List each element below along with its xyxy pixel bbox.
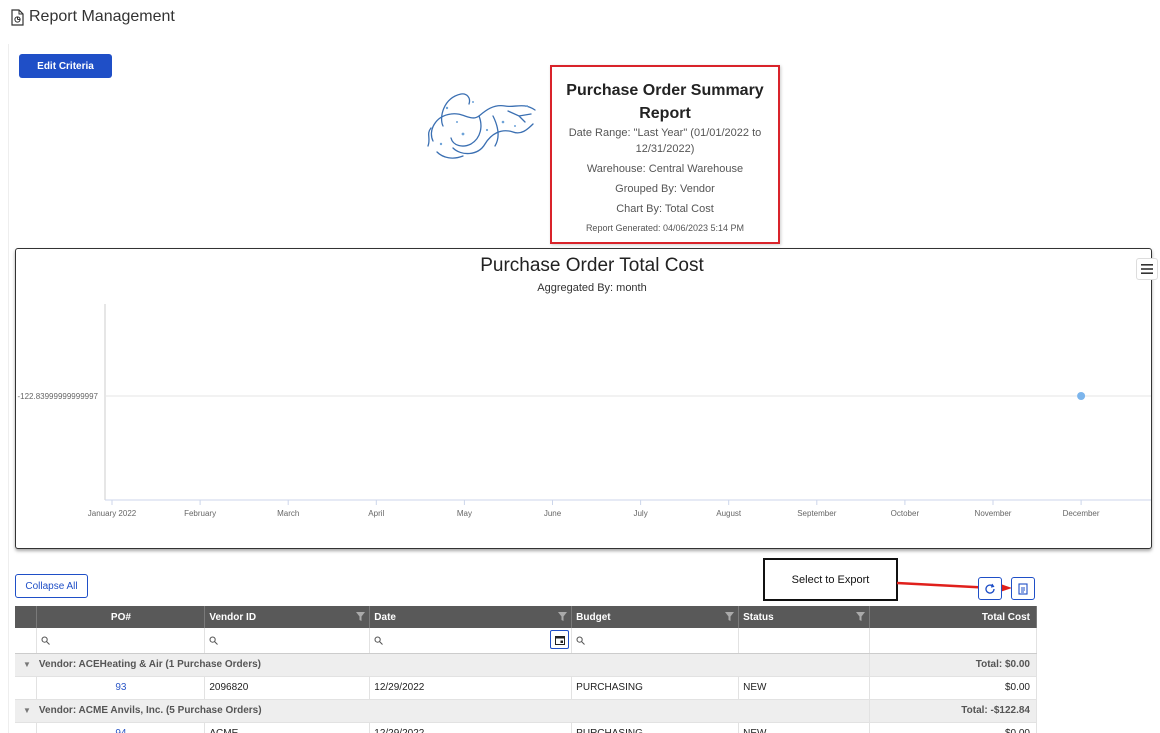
report-summary-box: Purchase Order Summary Report Date Range… <box>550 65 780 244</box>
column-header-label: Total Cost <box>981 611 1030 623</box>
row-expander <box>15 676 38 700</box>
column-header-label: Budget <box>576 611 611 623</box>
po-link[interactable]: 93 <box>36 676 206 700</box>
calendar-icon <box>554 635 565 645</box>
search-icon <box>374 636 384 645</box>
page-title: Report Management <box>11 8 175 26</box>
po-filter-input[interactable] <box>36 628 206 654</box>
filter-icon[interactable] <box>725 612 735 621</box>
chart-plot: -122.83999999999997 January 2022 February M… <box>17 304 1151 518</box>
purchase-order-table: PO# Vendor ID Date Budget Status Total C… <box>15 606 1037 733</box>
table-row: 94 ACME 12/29/2022 PURCHASING NEW $0.00 <box>15 722 1037 733</box>
top-bar: Report Management <box>0 0 1160 36</box>
filter-row <box>15 628 1037 654</box>
total-cost-filter-input[interactable] <box>869 628 1037 654</box>
report-generated: Report Generated: 04/06/2023 5:14 PM <box>585 223 745 233</box>
collapse-caret-icon[interactable]: ▼ <box>23 660 31 669</box>
budget-filter-input[interactable] <box>571 628 740 654</box>
edit-criteria-button[interactable]: Edit Criteria <box>19 54 112 78</box>
chart-panel: Purchase Order Total Cost Aggregated By:… <box>15 248 1158 549</box>
select-to-export-callout: Select to Export <box>763 558 898 601</box>
budget-cell: PURCHASING <box>571 676 740 700</box>
vendor-id-filter-input[interactable] <box>204 628 371 654</box>
collapse-all-button[interactable]: Collapse All <box>15 574 88 598</box>
x-tick-label: March <box>277 509 299 518</box>
group-row[interactable]: ▼ Vendor: ACME Anvils, Inc. (5 Purchase O… <box>15 699 1037 723</box>
x-tick-label: May <box>457 509 472 518</box>
x-tick-label: February <box>184 509 216 518</box>
group-total: Total: $0.00 <box>869 653 1037 677</box>
expander-header <box>15 606 38 628</box>
table-row: 93 2096820 12/29/2022 PURCHASING NEW $0.… <box>15 676 1037 700</box>
date-cell: 12/29/2022 <box>369 722 573 733</box>
column-header-total-cost[interactable]: Total Cost <box>869 606 1037 628</box>
x-tick-label: November <box>975 509 1012 518</box>
x-tick-label: September <box>797 509 836 518</box>
data-point <box>1077 392 1086 400</box>
column-header-label: PO# <box>110 611 131 623</box>
status-filter-input[interactable] <box>738 628 871 654</box>
column-header-label: Vendor ID <box>209 611 257 623</box>
x-tick-label: August <box>716 509 742 518</box>
search-icon <box>576 636 586 645</box>
document-chart-icon <box>11 8 24 26</box>
group-label-cell: ▼ Vendor: ACME Anvils, Inc. (5 Purchase O… <box>15 699 871 723</box>
date-cell: 12/29/2022 <box>369 676 573 700</box>
po-link[interactable]: 94 <box>36 722 206 733</box>
table-header-row: PO# Vendor ID Date Budget Status Total C… <box>15 606 1037 628</box>
collapse-caret-icon[interactable]: ▼ <box>23 706 31 715</box>
date-filter-input[interactable] <box>369 628 573 654</box>
group-label: Vendor: ACEHeating & Air (1 Purchase Ord… <box>38 659 262 670</box>
column-header-vendor-id[interactable]: Vendor ID <box>204 606 371 628</box>
report-date-range: Date Range: "Last Year" (01/01/2022 to 1… <box>568 127 762 155</box>
export-file-icon <box>1018 582 1028 595</box>
filter-icon[interactable] <box>558 612 568 621</box>
search-icon <box>41 636 51 645</box>
refresh-button[interactable] <box>978 577 1002 600</box>
group-label-cell: ▼ Vendor: ACEHeating & Air (1 Purchase Or… <box>15 653 871 677</box>
column-header-date[interactable]: Date <box>369 606 573 628</box>
column-header-label: Date <box>374 611 396 623</box>
x-tick-label: July <box>633 509 647 518</box>
column-header-po[interactable]: PO# <box>36 606 206 628</box>
report-title: Purchase Order Summary Report <box>566 82 764 122</box>
refresh-icon <box>985 583 995 594</box>
x-tick-label: October <box>891 509 920 518</box>
vendor-id-cell: ACME <box>204 722 371 733</box>
total-cost-cell: $0.00 <box>869 722 1037 733</box>
date-picker-button[interactable] <box>550 630 570 649</box>
x-tick-label: January 2022 <box>88 509 137 518</box>
row-expander <box>15 722 38 733</box>
report-warehouse: Warehouse: Central Warehouse <box>586 163 744 175</box>
total-cost-cell: $0.00 <box>869 676 1037 700</box>
export-button[interactable] <box>1011 577 1035 600</box>
filter-icon[interactable] <box>356 612 366 621</box>
x-tick-label: April <box>368 509 384 518</box>
column-header-status[interactable]: Status <box>738 606 871 628</box>
x-tick-label: December <box>1063 509 1100 518</box>
column-header-label: Status <box>743 611 774 623</box>
page-title-text: Report Management <box>29 8 175 25</box>
dragon-logo <box>427 93 536 159</box>
filter-cell-empty <box>15 628 38 654</box>
group-total: Total: -$122.84 <box>869 699 1037 723</box>
group-label: Vendor: ACME Anvils, Inc. (5 Purchase Or… <box>38 705 262 716</box>
x-tick-label: June <box>544 509 562 518</box>
status-cell: NEW <box>738 722 871 733</box>
report-chart-by: Chart By: Total Cost <box>616 203 714 215</box>
group-row[interactable]: ▼ Vendor: ACEHeating & Air (1 Purchase Or… <box>15 653 1037 677</box>
status-cell: NEW <box>738 676 871 700</box>
vendor-id-cell: 2096820 <box>204 676 371 700</box>
budget-cell: PURCHASING <box>571 722 740 733</box>
column-header-budget[interactable]: Budget <box>571 606 740 628</box>
report-grouped-by: Grouped By: Vendor <box>615 183 715 195</box>
search-icon <box>209 636 219 645</box>
filter-icon[interactable] <box>856 612 866 621</box>
y-tick-label: -122.83999999999997 <box>17 392 98 401</box>
